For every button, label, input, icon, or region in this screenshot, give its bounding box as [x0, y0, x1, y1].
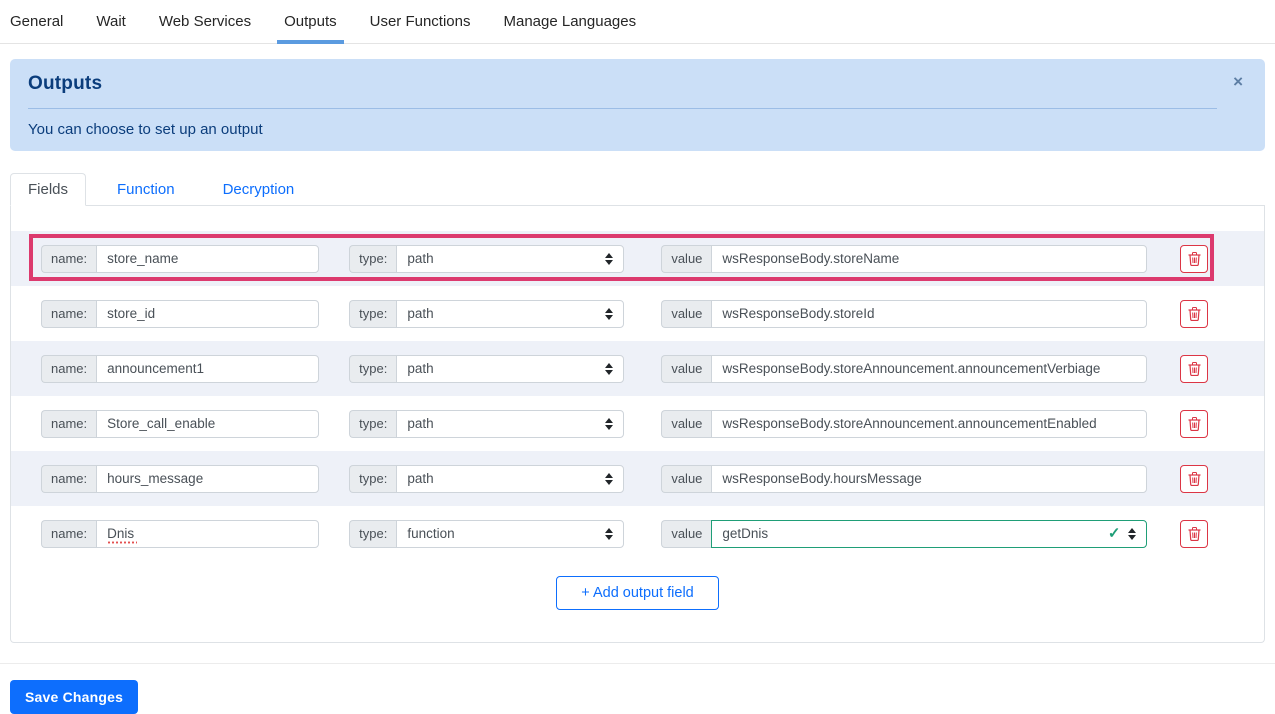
select-arrows-icon [605, 307, 614, 320]
valid-check-icon: ✓ [1107, 525, 1121, 542]
type-label: type: [349, 244, 397, 273]
tab-decryption[interactable]: Decryption [206, 173, 312, 206]
type-select[interactable]: path [396, 299, 625, 328]
output-tabs: Fields Function Decryption [10, 173, 1265, 206]
value-label: value [661, 409, 712, 438]
panel-divider [28, 108, 1217, 109]
trash-icon [1188, 306, 1201, 321]
select-arrows-icon [605, 362, 614, 375]
nav-tab-wait[interactable]: Wait [96, 0, 125, 43]
value-function-select[interactable]: getDnis ✓ [711, 519, 1148, 548]
table-row: name: type: path value [11, 286, 1264, 341]
delete-row-button[interactable] [1180, 464, 1209, 493]
tab-fields[interactable]: Fields [10, 173, 87, 206]
name-label: name: [41, 354, 97, 383]
select-arrows-icon [1128, 527, 1137, 540]
tab-function[interactable]: Function [100, 173, 192, 206]
type-select-value: path [407, 306, 434, 321]
value-label: value [661, 299, 712, 328]
value-select-value: getDnis [722, 526, 769, 541]
value-input[interactable] [711, 244, 1148, 273]
value-label: value [661, 354, 712, 383]
delete-row-button[interactable] [1180, 244, 1209, 273]
type-label: type: [349, 409, 397, 438]
name-label: name: [41, 244, 97, 273]
nav-tab-manage-languages[interactable]: Manage Languages [504, 0, 637, 43]
select-arrows-icon [605, 417, 614, 430]
panel-message: You can choose to set up an output [28, 121, 263, 138]
top-navigation: General Wait Web Services Outputs User F… [0, 0, 1275, 44]
panel-title: Outputs [28, 73, 103, 94]
name-input[interactable] [96, 464, 320, 493]
footer-divider [0, 663, 1275, 664]
type-label: type: [349, 354, 397, 383]
value-label: value [661, 519, 712, 548]
outputs-info-panel: Outputs You can choose to set up an outp… [10, 59, 1265, 151]
value-label: value [661, 464, 712, 493]
type-label: type: [349, 519, 397, 548]
delete-row-button[interactable] [1180, 409, 1209, 438]
spellcheck-underline [107, 540, 138, 544]
select-arrows-icon [605, 252, 614, 265]
delete-row-button[interactable] [1180, 519, 1209, 548]
trash-icon [1188, 361, 1201, 376]
value-input[interactable] [711, 354, 1148, 383]
type-select[interactable]: function [396, 519, 625, 548]
value-input[interactable] [711, 299, 1148, 328]
type-select-value: path [407, 416, 434, 431]
trash-icon [1188, 251, 1201, 266]
type-select[interactable]: path [396, 354, 625, 383]
type-select-value: path [407, 471, 434, 486]
type-label: type: [349, 464, 397, 493]
name-input[interactable] [96, 299, 320, 328]
delete-row-button[interactable] [1180, 354, 1209, 383]
type-select-value: path [407, 251, 434, 266]
name-label: name: [41, 464, 97, 493]
name-label: name: [41, 409, 97, 438]
table-row: name: type: path value [11, 396, 1264, 451]
trash-icon [1188, 416, 1201, 431]
name-input[interactable] [96, 354, 320, 383]
nav-tab-general[interactable]: General [10, 0, 63, 43]
name-label: name: [41, 299, 97, 328]
name-input[interactable] [96, 409, 320, 438]
select-arrows-icon [605, 527, 614, 540]
save-changes-button[interactable]: Save Changes [10, 680, 139, 714]
close-icon[interactable]: × [1231, 71, 1245, 92]
nav-tab-user-functions[interactable]: User Functions [370, 0, 471, 43]
add-output-field-button[interactable]: + Add output field [556, 576, 719, 610]
value-input[interactable] [711, 464, 1148, 493]
name-label: name: [41, 519, 97, 548]
nav-tab-outputs[interactable]: Outputs [277, 0, 344, 44]
select-arrows-icon [605, 472, 614, 485]
type-select-value: path [407, 361, 434, 376]
table-row: name: type: path value [11, 231, 1264, 286]
type-select[interactable]: path [396, 409, 625, 438]
type-select-value: function [407, 526, 455, 541]
trash-icon [1188, 526, 1201, 541]
trash-icon [1188, 471, 1201, 486]
value-label: value [661, 244, 712, 273]
table-row: name: type: path value [11, 451, 1264, 506]
nav-tab-web-services[interactable]: Web Services [159, 0, 251, 43]
type-select[interactable]: path [396, 464, 625, 493]
name-input[interactable] [96, 244, 320, 273]
delete-row-button[interactable] [1180, 299, 1209, 328]
type-label: type: [349, 299, 397, 328]
table-row: name: type: path value [11, 341, 1264, 396]
table-row: name: type: function value getDnis ✓ [11, 506, 1264, 561]
fields-card: name: type: path value name: [10, 206, 1265, 643]
value-input[interactable] [711, 409, 1148, 438]
type-select[interactable]: path [396, 244, 625, 273]
